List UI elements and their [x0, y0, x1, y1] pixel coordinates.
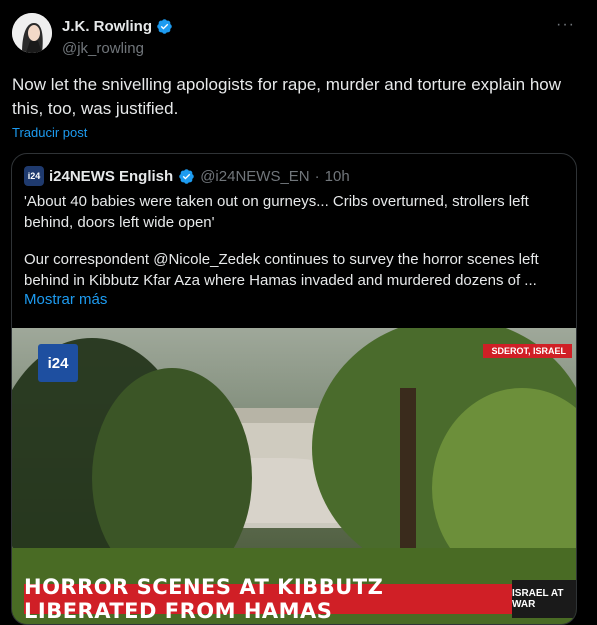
- video-thumbnail[interactable]: i24 SDEROT, ISRAEL HORROR SCENES AT KIBB…: [12, 328, 576, 624]
- verified-badge-icon: [157, 19, 172, 34]
- quoted-author-handle: @i24NEWS_EN: [200, 167, 310, 185]
- post-text: Now let the snivelling apologists for ra…: [12, 75, 562, 118]
- show-more-link[interactable]: Mostrar más: [24, 291, 107, 308]
- channel-logo: i24: [38, 344, 78, 382]
- verified-badge-icon: [179, 168, 194, 184]
- quoted-post[interactable]: i24 i24NEWS English @i24NEWS_EN · 10h 'A…: [11, 153, 577, 625]
- translate-post-link[interactable]: Traducir post: [12, 125, 87, 140]
- avatar[interactable]: [12, 13, 52, 53]
- israel-at-war-badge: ISRAEL AT WAR: [512, 580, 576, 618]
- headline-banner: HORROR SCENES AT KIBBUTZ LIBERATED FROM …: [24, 575, 512, 623]
- quoted-text-line1: 'About 40 babies were taken out on gurne…: [24, 193, 529, 231]
- quoted-author-name[interactable]: i24NEWS English: [49, 168, 173, 185]
- more-options-icon[interactable]: ···: [556, 16, 575, 34]
- quoted-text-line2: Our correspondent @Nicole_Zedek continue…: [24, 251, 539, 289]
- separator-dot: ·: [314, 167, 320, 185]
- quoted-post-time[interactable]: 10h: [325, 168, 350, 185]
- location-tag: SDEROT, ISRAEL: [483, 344, 572, 358]
- i24-avatar-icon: i24: [24, 166, 44, 186]
- avatar-image: [12, 13, 52, 53]
- author-handle[interactable]: @jk_rowling: [62, 40, 144, 57]
- author-name[interactable]: J.K. Rowling: [62, 18, 152, 35]
